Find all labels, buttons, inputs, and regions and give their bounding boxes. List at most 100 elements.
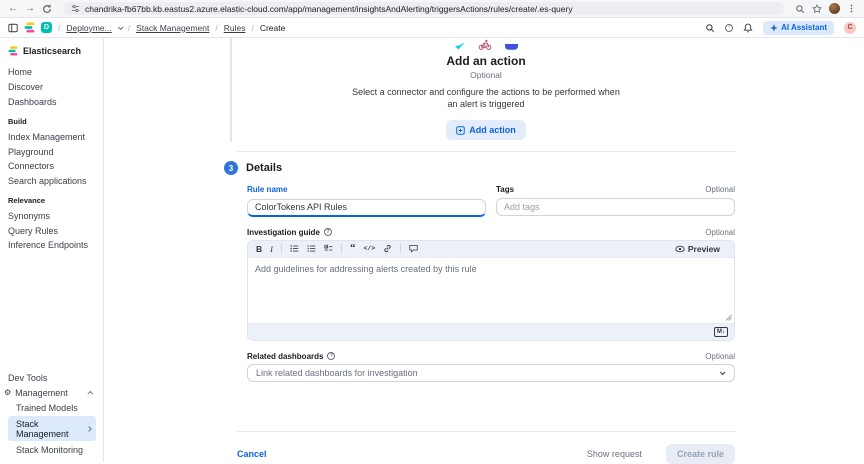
related-dashboards-select[interactable]: Link related dashboards for investigatio… (247, 363, 735, 382)
elastic-logo[interactable] (24, 22, 35, 33)
italic-button[interactable]: I (270, 245, 273, 254)
notifications-bell-icon[interactable] (743, 23, 753, 33)
toolbar-divider (340, 244, 342, 254)
create-rule-button[interactable]: Create rule (665, 443, 735, 464)
form-footer: Cancel Show request Create rule (237, 443, 735, 464)
sidebar-item-dashboards[interactable]: Dashboards (8, 95, 98, 110)
management-label: Management (15, 388, 68, 399)
nav-collapse-icon[interactable] (8, 23, 18, 33)
code-button[interactable]: </> (363, 245, 375, 253)
bookmark-star-icon[interactable] (812, 3, 822, 14)
resize-handle[interactable] (725, 314, 732, 321)
info-icon[interactable]: ? (327, 352, 336, 361)
forward-icon[interactable]: → (25, 3, 35, 14)
section-divider (237, 151, 735, 153)
markdown-body (248, 256, 734, 323)
ai-assistant-label: AI Assistant (781, 23, 827, 32)
connector-logo-icon (478, 39, 491, 50)
site-settings-icon[interactable] (71, 4, 80, 13)
sidebar-item-inference-endpoints[interactable]: Inference Endpoints (8, 238, 98, 253)
add-action-button-label: Add action (469, 125, 516, 136)
add-action-optional-label: Optional (470, 70, 502, 80)
kibana-header: D / Deployme... / Stack Management / Rul… (0, 18, 864, 38)
cancel-button[interactable]: Cancel (237, 449, 267, 459)
sidebar-item-connectors[interactable]: Connectors (8, 159, 98, 174)
unordered-list-button[interactable] (290, 244, 299, 253)
sidebar-item-management[interactable]: ⚙ Management (4, 386, 98, 401)
markdown-footer: M↓ (248, 322, 734, 340)
sidebar-item-stack-management[interactable]: Stack Management (8, 416, 96, 442)
address-bar[interactable]: chandrika-fb67bb.kb.eastus2.azure.elasti… (63, 2, 784, 15)
preview-button[interactable]: Preview (669, 243, 726, 255)
sidebar-item-dev-tools[interactable]: Dev Tools (8, 371, 98, 386)
gear-icon: ⚙ (4, 388, 12, 398)
add-action-button[interactable]: Add action (446, 120, 526, 141)
breadcrumb-deployment[interactable]: Deployme... (66, 23, 111, 33)
breadcrumb-separator: / (58, 22, 61, 33)
tags-label: Tags (496, 185, 515, 195)
rule-name-input[interactable] (247, 198, 486, 217)
related-dashboards-group: Related dashboards ? Optional Link relat… (247, 352, 735, 382)
sidebar-nav: Elasticsearch Home Discover Dashboards B… (0, 38, 104, 462)
refresh-icon[interactable] (42, 4, 52, 14)
show-request-button[interactable]: Show request (581, 448, 648, 460)
connector-logo-icon (504, 44, 518, 50)
chevron-down-icon (719, 369, 726, 375)
rule-name-field-group: Rule name (247, 185, 486, 217)
markdown-syntax-icon[interactable]: M↓ (714, 326, 728, 337)
sidebar-item-trained-models[interactable]: Trained Models (8, 401, 98, 416)
related-dashboards-placeholder: Link related dashboards for investigatio… (256, 367, 418, 378)
breadcrumb-create: Create (259, 22, 286, 33)
sidebar-item-discover[interactable]: Discover (8, 80, 98, 95)
link-button[interactable] (383, 244, 392, 253)
sidebar-item-playground[interactable]: Playground (8, 144, 98, 159)
help-icon[interactable]: ? (725, 23, 734, 32)
comment-button[interactable] (409, 244, 418, 254)
sidebar-item-stack-monitoring[interactable]: Stack Monitoring (8, 442, 98, 457)
browser-profile-avatar[interactable] (829, 3, 840, 14)
preview-label: Preview (687, 243, 720, 254)
footer-divider (237, 430, 735, 432)
tags-input[interactable] (496, 198, 735, 217)
investigation-guide-textarea[interactable] (248, 257, 734, 323)
bold-button[interactable]: B (256, 245, 262, 254)
sidebar-footer: Dev Tools ⚙ Management Trained Models St… (4, 371, 98, 457)
breadcrumb-separator: / (127, 22, 131, 33)
task-list-button[interactable] (324, 244, 333, 253)
stack-management-label: Stack Management (16, 418, 69, 439)
back-icon[interactable]: ← (8, 3, 18, 14)
plus-square-icon (456, 126, 465, 135)
tags-field-group: Tags Optional (496, 185, 735, 217)
markdown-editor: B I “ </> Preview Add guidelines for add… (247, 239, 735, 341)
quote-button[interactable]: “ (350, 243, 356, 254)
ai-assistant-button[interactable]: AI Assistant (763, 20, 834, 35)
rule-create-page: Add an action Optional Select a connecto… (104, 38, 864, 464)
user-avatar[interactable]: C (844, 21, 856, 34)
sidebar-item-search-applications[interactable]: Search applications (8, 174, 98, 189)
breadcrumb-stack-management[interactable]: Stack Management (136, 23, 209, 33)
search-icon[interactable] (705, 23, 715, 33)
info-icon[interactable]: ? (323, 228, 332, 237)
step-number-badge: 3 (224, 161, 238, 176)
breadcrumb-separator: / (215, 22, 218, 33)
add-action-title: Add an action (446, 54, 526, 68)
sidebar-item-synonyms[interactable]: Synonyms (8, 208, 98, 223)
investigation-guide-group: Investigation guide ? Optional B I “ </>… (247, 228, 735, 341)
sidebar-app-header[interactable]: Elasticsearch (8, 46, 98, 56)
ordered-list-button[interactable] (307, 244, 316, 253)
browser-menu-icon[interactable] (847, 4, 856, 13)
add-action-description: Select a connector and configure the act… (352, 87, 620, 110)
sidebar-section-build: Build (8, 117, 27, 127)
related-dashboards-label: Related dashboards (247, 351, 324, 361)
chevron-up-icon (87, 391, 94, 397)
browser-search-icon[interactable] (795, 4, 805, 14)
sidebar-item-index-management[interactable]: Index Management (8, 129, 98, 144)
deployment-badge[interactable]: D (41, 22, 52, 33)
breadcrumb-rules[interactable]: Rules (224, 23, 246, 33)
ai-sparkle-icon (770, 23, 779, 32)
eye-icon (675, 245, 685, 253)
connector-logo-icon (454, 42, 465, 50)
chevron-down-icon[interactable] (117, 23, 124, 30)
sidebar-item-home[interactable]: Home (8, 65, 98, 80)
sidebar-item-query-rules[interactable]: Query Rules (8, 223, 98, 238)
